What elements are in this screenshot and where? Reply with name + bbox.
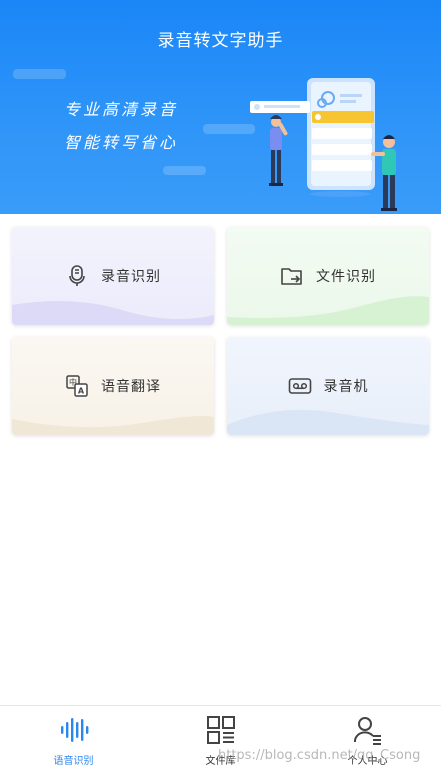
tab-file-library[interactable]: 文件库 — [147, 706, 294, 776]
cassette-icon — [288, 378, 311, 394]
card-label: 录音识别 — [101, 269, 161, 285]
bottom-tab-bar: 语音识别 文件库 个人中心 — [0, 705, 441, 776]
header-banner: 录音转文字助手 专业高清录音 智能转写省心 — [0, 0, 441, 214]
card-record-recognition[interactable]: 录音识别 — [12, 227, 214, 325]
card-label: 语音翻译 — [101, 379, 161, 395]
svg-text:A: A — [78, 387, 85, 396]
people-phone-illustration — [250, 78, 397, 211]
grid-list-icon — [206, 716, 235, 744]
folder-import-icon — [281, 268, 302, 285]
card-file-recognition[interactable]: 文件识别 — [227, 227, 429, 325]
user-profile-icon — [353, 717, 381, 745]
cloud-decoration — [13, 69, 66, 79]
slogan-line-2: 智能转写省心 — [64, 133, 179, 152]
translate-icon: 中 A — [66, 375, 88, 397]
app-title: 录音转文字助手 — [157, 31, 284, 51]
sound-wave-icon — [60, 718, 88, 742]
tab-profile[interactable]: 个人中心 — [294, 706, 441, 776]
card-recorder[interactable]: 录音机 — [227, 337, 429, 435]
card-voice-translation[interactable]: 中 A 语音翻译 — [12, 337, 214, 435]
watermark-text: https://blog.csdn.net/qq_Csong — [218, 748, 421, 763]
tab-voice-recognition[interactable]: 语音识别 — [0, 706, 147, 776]
card-label: 录音机 — [323, 379, 369, 395]
microphone-icon — [69, 265, 85, 286]
cloud-decoration — [163, 166, 206, 175]
card-label: 文件识别 — [316, 269, 376, 285]
tab-label: 语音识别 — [53, 756, 94, 767]
slogan-line-1: 专业高清录音 — [64, 100, 179, 119]
